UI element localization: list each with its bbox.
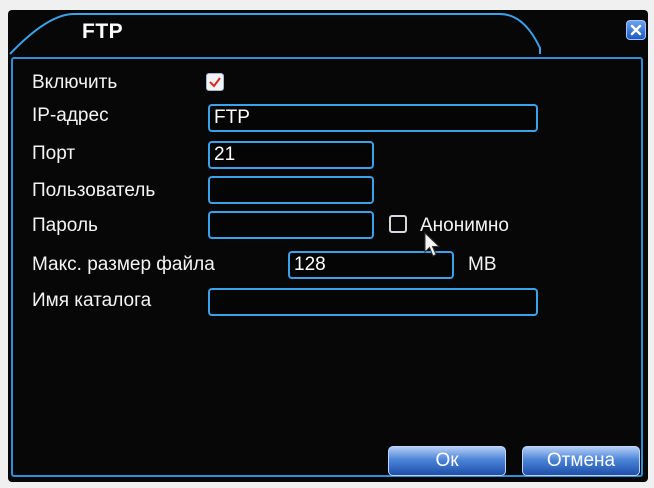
enable-label: Включить: [32, 72, 118, 93]
directory-label: Имя каталога: [32, 290, 152, 311]
port-input[interactable]: 21: [208, 141, 374, 169]
ip-address-input[interactable]: FTP: [208, 104, 538, 132]
screen: FTP Включить IP-адрес FTP Порт 21 Пользо…: [0, 0, 654, 488]
port-label: Порт: [32, 143, 76, 164]
user-input[interactable]: [208, 176, 374, 204]
password-input[interactable]: [208, 211, 374, 239]
close-icon: [630, 24, 642, 36]
checkmark-icon: [209, 77, 221, 88]
mouse-pointer-icon: [424, 232, 441, 257]
dialog-title: FTP: [82, 20, 124, 43]
ftp-dialog: FTP Включить IP-адрес FTP Порт 21 Пользо…: [8, 10, 648, 482]
enable-checkbox[interactable]: [206, 73, 224, 91]
ip-address-label: IP-адрес: [32, 105, 109, 126]
password-label: Пароль: [32, 215, 98, 236]
user-label: Пользователь: [32, 180, 156, 201]
ok-button[interactable]: Ок: [388, 446, 506, 476]
directory-input[interactable]: [208, 288, 538, 316]
cancel-button[interactable]: Отмена: [522, 446, 640, 476]
max-file-size-unit: MB: [468, 254, 497, 275]
close-button[interactable]: [626, 20, 646, 40]
max-file-size-label: Макс. размер файла: [32, 254, 215, 275]
anonymous-checkbox[interactable]: [389, 215, 407, 233]
